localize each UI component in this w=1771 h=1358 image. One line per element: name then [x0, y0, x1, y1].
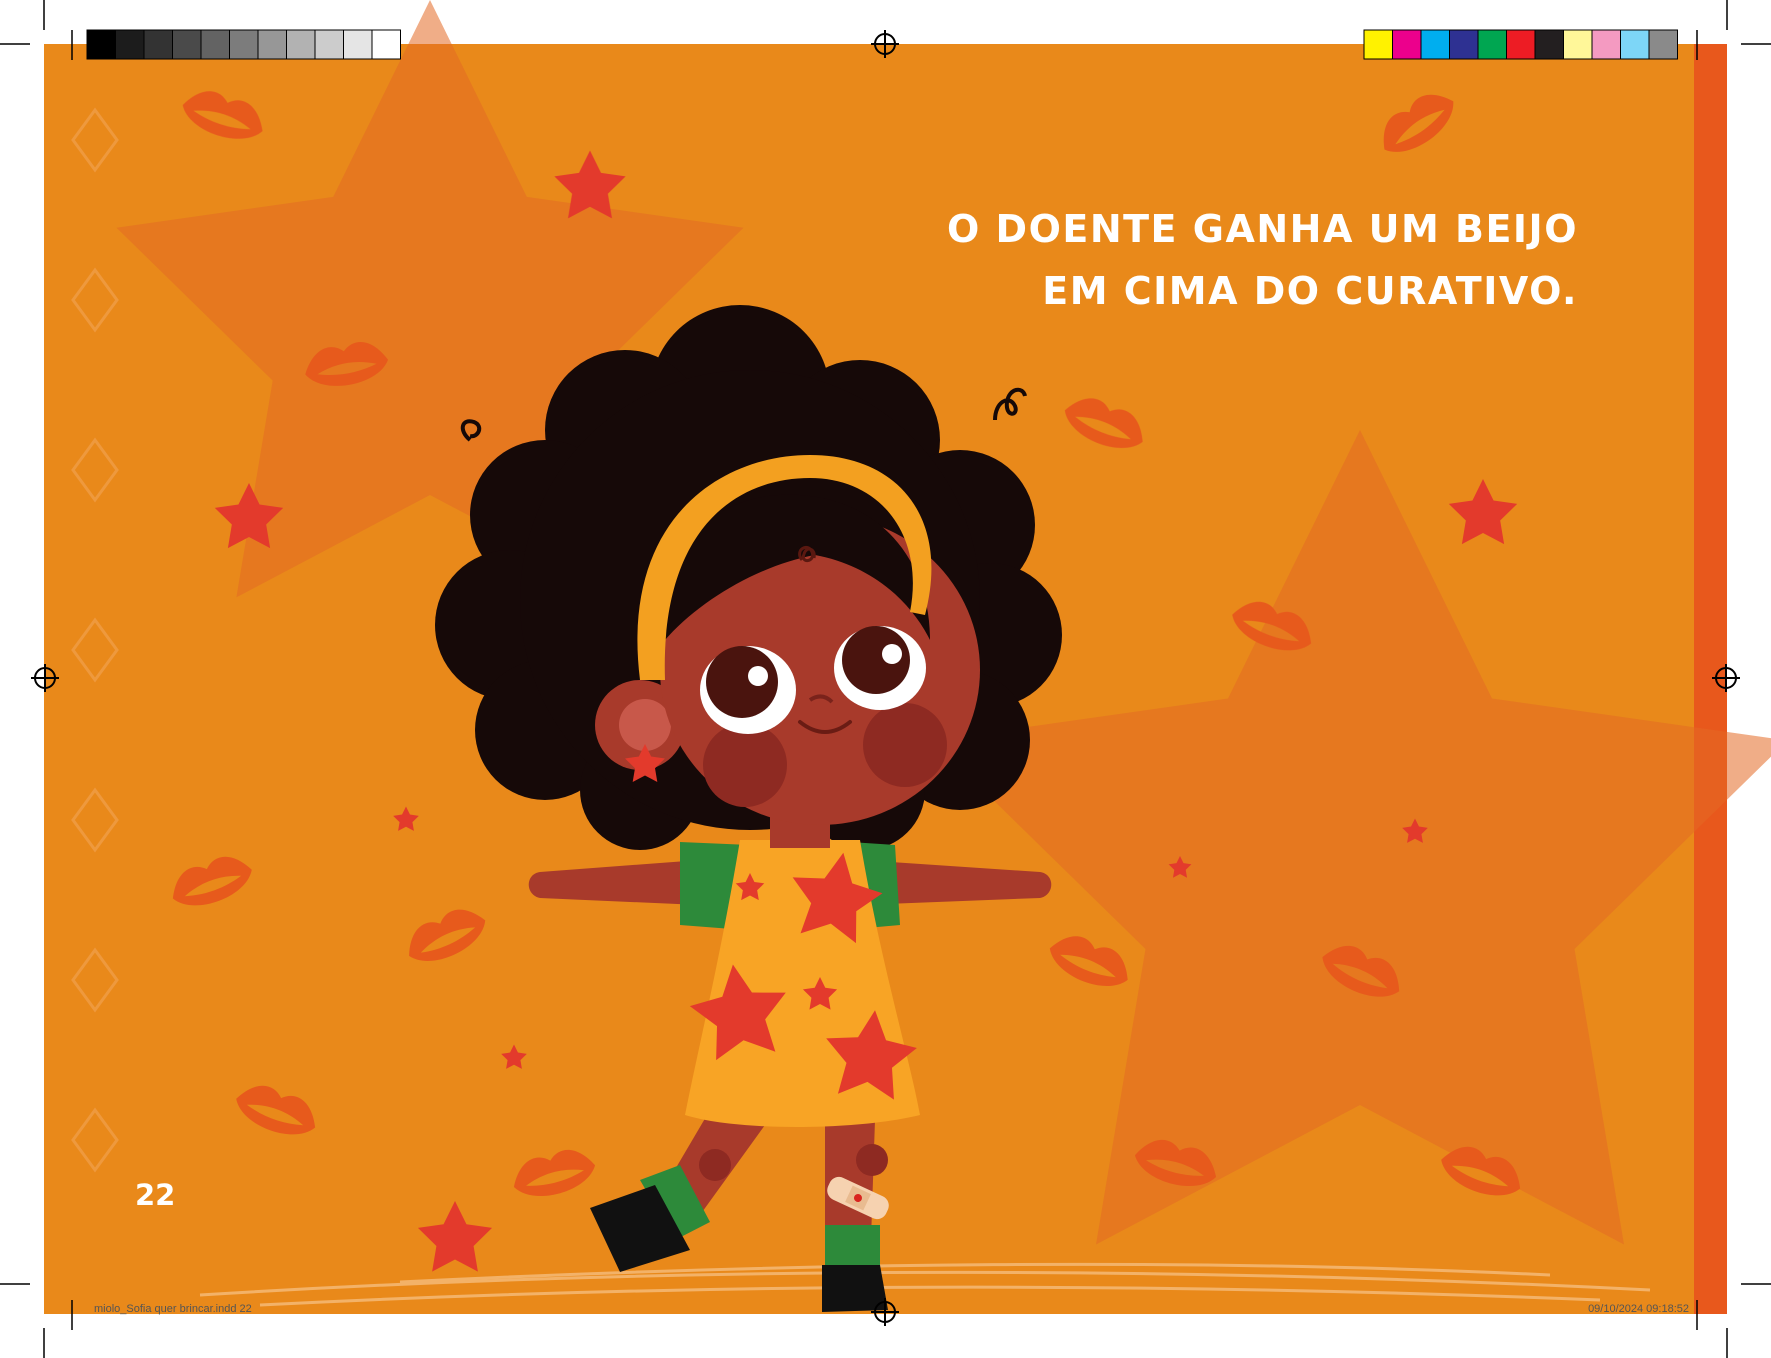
gray-swatch	[172, 29, 202, 60]
gray-swatch	[371, 29, 401, 60]
gray-swatch	[343, 29, 373, 60]
gray-swatch	[229, 29, 259, 60]
color-swatch	[1420, 29, 1450, 60]
gray-swatch	[115, 29, 145, 60]
color-calibration-bar	[1363, 29, 1678, 60]
color-swatch	[1449, 29, 1479, 60]
eye-left	[700, 646, 796, 734]
cheek	[863, 703, 947, 787]
gray-swatch	[86, 29, 116, 60]
print-slug-filename: miolo_Sofia quer brincar.indd 22	[94, 1303, 252, 1315]
color-swatch	[1648, 29, 1678, 60]
gray-swatch	[286, 29, 316, 60]
gray-swatch	[143, 29, 173, 60]
color-swatch	[1591, 29, 1621, 60]
color-swatch	[1534, 29, 1564, 60]
gray-swatch	[314, 29, 344, 60]
print-slug-timestamp: 09/10/2024 09:18:52	[1588, 1303, 1689, 1315]
grayscale-calibration-bar	[86, 29, 401, 60]
page-number: 22	[135, 1178, 176, 1212]
front-sock	[825, 1225, 880, 1270]
cheek	[703, 723, 787, 807]
color-swatch	[1477, 29, 1507, 60]
color-swatch	[1392, 29, 1422, 60]
gray-swatch	[257, 29, 287, 60]
color-swatch	[1363, 29, 1393, 60]
story-line-1: O DOENTE GANHA UM BEIJO	[947, 207, 1578, 251]
story-text: O DOENTE GANHA UM BEIJO EM CIMA DO CURAT…	[678, 198, 1578, 322]
gray-swatch	[200, 29, 230, 60]
color-swatch	[1506, 29, 1536, 60]
color-swatch	[1563, 29, 1593, 60]
eye-right	[834, 626, 926, 710]
color-swatch	[1620, 29, 1650, 60]
story-line-2: EM CIMA DO CURATIVO.	[1042, 269, 1578, 313]
